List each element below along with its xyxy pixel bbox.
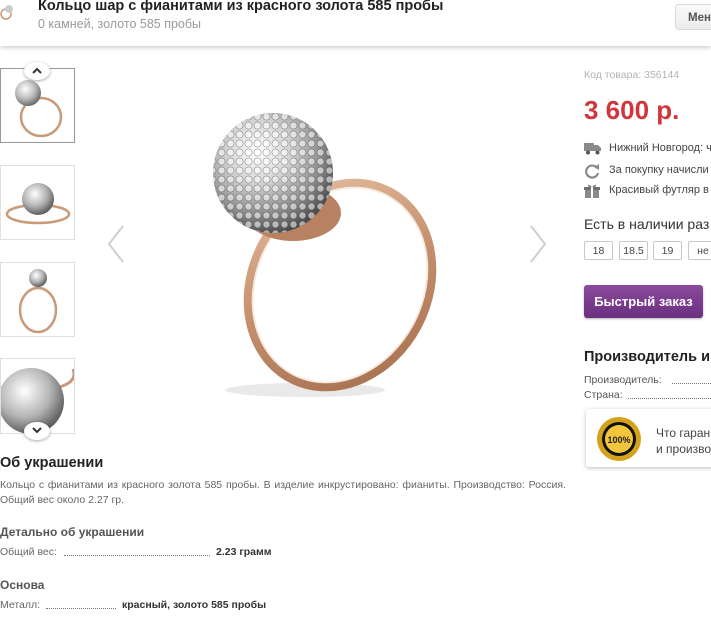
size-option[interactable]: не bbox=[688, 241, 711, 260]
size-option[interactable]: 19 bbox=[653, 241, 682, 260]
size-option[interactable]: 18.5 bbox=[619, 241, 648, 260]
metal-value: красный, золото 585 пробы bbox=[122, 599, 267, 611]
metal-label: Металл: bbox=[0, 599, 41, 611]
delivery-text: Нижний Новгород: ч bbox=[609, 142, 711, 154]
dotted-leader bbox=[64, 555, 210, 556]
product-main-image bbox=[213, 113, 437, 397]
description-text: Кольцо с фианитами из красного золота 58… bbox=[0, 479, 566, 506]
page-title: Кольцо шар с фианитами из красного золот… bbox=[38, 0, 444, 14]
ring-icon bbox=[0, 4, 18, 22]
weight-value: 2.23 грамм bbox=[216, 546, 272, 558]
menu-button[interactable]: Мен bbox=[675, 4, 711, 30]
gift-icon bbox=[584, 183, 600, 202]
product-code: Код товара: 356144 bbox=[584, 69, 680, 81]
thumb-scroll-down-button[interactable] bbox=[24, 422, 50, 440]
chevron-up-icon bbox=[32, 67, 42, 74]
refresh-icon bbox=[584, 163, 600, 182]
availability-title: Есть в наличии раз bbox=[584, 216, 710, 232]
dotted-leader bbox=[628, 398, 711, 399]
product-price: 3 600 р. bbox=[584, 95, 680, 125]
thumbnail-3[interactable] bbox=[0, 262, 75, 337]
prev-image-button[interactable] bbox=[105, 224, 127, 269]
page-subtitle: 0 камней, золото 585 пробы bbox=[38, 17, 202, 31]
producer-label: Производитель: bbox=[584, 374, 662, 386]
chevron-left-icon bbox=[107, 225, 124, 263]
gift-box-text: Красивый футляр в bbox=[609, 184, 709, 196]
truck-icon bbox=[584, 141, 602, 158]
details-title: Детально об украшении bbox=[0, 525, 145, 539]
quick-order-button[interactable]: Быстрый заказ bbox=[584, 285, 703, 318]
dotted-leader bbox=[46, 608, 116, 609]
guarantee-text-line-2: и производ bbox=[656, 442, 711, 456]
thumb-scroll-up-button[interactable] bbox=[24, 62, 50, 80]
chevron-down-icon bbox=[32, 427, 42, 434]
ring-thumbnail-image bbox=[18, 269, 58, 334]
country-label: Страна: bbox=[584, 389, 623, 401]
guarantee-seal-icon: 100% bbox=[596, 416, 642, 467]
manufacturer-title: Производитель и bbox=[584, 349, 710, 365]
thumbnail-2[interactable] bbox=[0, 165, 75, 240]
base-title: Основа bbox=[0, 578, 45, 592]
weight-label: Общий вес: bbox=[0, 546, 57, 558]
bonus-text: За покупку начисли bbox=[609, 164, 709, 176]
ring-thumbnail-image bbox=[15, 80, 63, 138]
description-title: Об украшении bbox=[0, 455, 104, 471]
next-image-button[interactable] bbox=[527, 224, 549, 269]
size-option[interactable]: 18 bbox=[584, 241, 613, 260]
guarantee-card: 100% Что гаран и производ bbox=[586, 409, 711, 467]
product-header: Кольцо шар с фианитами из красного золот… bbox=[0, 0, 711, 46]
svg-text:100%: 100% bbox=[607, 435, 630, 445]
ring-thumbnail-image bbox=[5, 183, 71, 225]
chevron-right-icon bbox=[530, 225, 547, 263]
dotted-leader bbox=[672, 383, 711, 384]
guarantee-text-line-1: Что гаран bbox=[656, 426, 711, 440]
